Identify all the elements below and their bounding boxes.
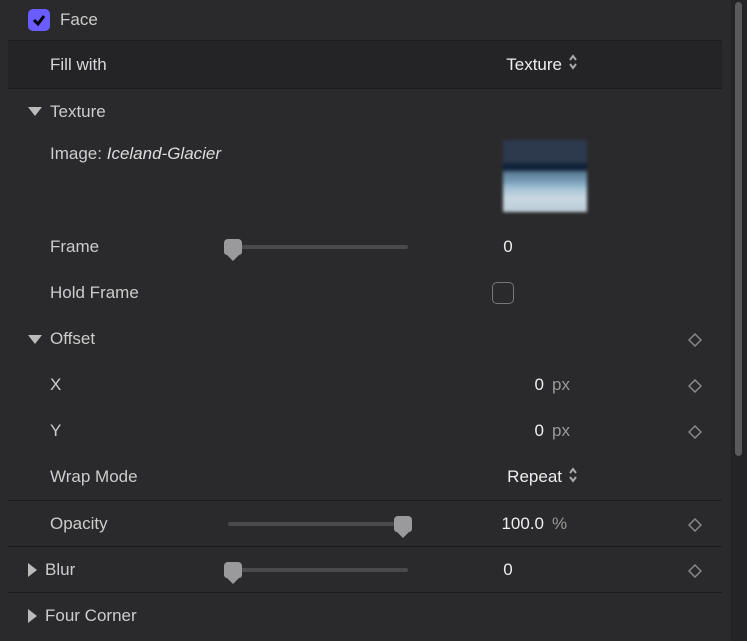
disclosure-down-icon xyxy=(28,107,42,116)
face-title: Face xyxy=(60,10,98,30)
blur-row: Blur 0 xyxy=(8,546,722,592)
opacity-unit: % xyxy=(552,514,578,534)
wrap-mode-row: Wrap Mode Repeat xyxy=(8,454,722,500)
fill-with-popup[interactable]: Texture xyxy=(506,54,578,75)
frame-value[interactable]: 0 xyxy=(438,237,578,257)
offset-header: Offset xyxy=(50,329,95,349)
frame-slider[interactable] xyxy=(228,245,408,249)
opacity-value[interactable]: 100.0 xyxy=(501,514,544,534)
wrap-mode-value: Repeat xyxy=(507,467,562,487)
opacity-label: Opacity xyxy=(50,514,108,534)
wrap-mode-popup[interactable]: Repeat xyxy=(507,467,578,488)
opacity-row: Opacity 100.0 % xyxy=(8,500,722,546)
opacity-slider[interactable] xyxy=(228,522,408,526)
frame-label: Frame xyxy=(50,237,99,257)
popup-arrows-icon xyxy=(568,467,578,488)
blur-value[interactable]: 0 xyxy=(438,560,578,580)
keyframe-icon[interactable] xyxy=(688,517,702,531)
offset-y-label: Y xyxy=(50,421,61,441)
blur-slider[interactable] xyxy=(228,568,408,572)
hold-frame-label: Hold Frame xyxy=(50,283,139,303)
image-thumbnail[interactable] xyxy=(503,140,587,212)
offset-x-unit: px xyxy=(552,375,578,395)
blur-label: Blur xyxy=(45,560,75,580)
keyframe-icon[interactable] xyxy=(688,378,702,392)
offset-y-unit: px xyxy=(552,421,578,441)
frame-row: Frame 0 xyxy=(8,224,722,270)
face-section-header: Face xyxy=(8,0,722,40)
vertical-scrollbar[interactable] xyxy=(731,0,747,641)
fill-with-label: Fill with xyxy=(50,55,107,75)
disclosure-right-icon xyxy=(28,609,37,623)
slider-thumb-icon xyxy=(224,239,242,255)
offset-x-value[interactable]: 0 xyxy=(535,375,544,395)
texture-header: Texture xyxy=(50,102,106,122)
hold-frame-checkbox[interactable] xyxy=(492,282,514,304)
hold-frame-row: Hold Frame xyxy=(8,270,722,316)
offset-y-row: Y 0 px xyxy=(8,408,722,454)
offset-y-value[interactable]: 0 xyxy=(535,421,544,441)
image-label: Image: xyxy=(50,144,102,164)
fill-with-row: Fill with Texture xyxy=(8,40,722,88)
texture-header-row[interactable]: Texture xyxy=(8,88,722,134)
four-corner-label: Four Corner xyxy=(45,606,137,626)
scrollbar-thumb[interactable] xyxy=(735,2,742,456)
image-name: Iceland-Glacier xyxy=(107,144,221,164)
keyframe-icon[interactable] xyxy=(688,424,702,438)
fill-with-value: Texture xyxy=(506,55,562,75)
disclosure-right-icon[interactable] xyxy=(28,563,37,577)
keyframe-icon[interactable] xyxy=(688,563,702,577)
slider-thumb-icon xyxy=(394,516,412,532)
image-row: Image: Iceland-Glacier xyxy=(8,134,722,224)
offset-x-label: X xyxy=(50,375,61,395)
wrap-mode-label: Wrap Mode xyxy=(50,467,138,487)
popup-arrows-icon xyxy=(568,54,578,75)
face-checkbox[interactable] xyxy=(28,9,50,31)
keyframe-icon[interactable] xyxy=(688,332,702,346)
offset-x-row: X 0 px xyxy=(8,362,722,408)
disclosure-down-icon xyxy=(28,335,42,344)
offset-header-row[interactable]: Offset xyxy=(8,316,722,362)
four-corner-row[interactable]: Four Corner xyxy=(8,592,722,638)
slider-thumb-icon xyxy=(224,562,242,578)
